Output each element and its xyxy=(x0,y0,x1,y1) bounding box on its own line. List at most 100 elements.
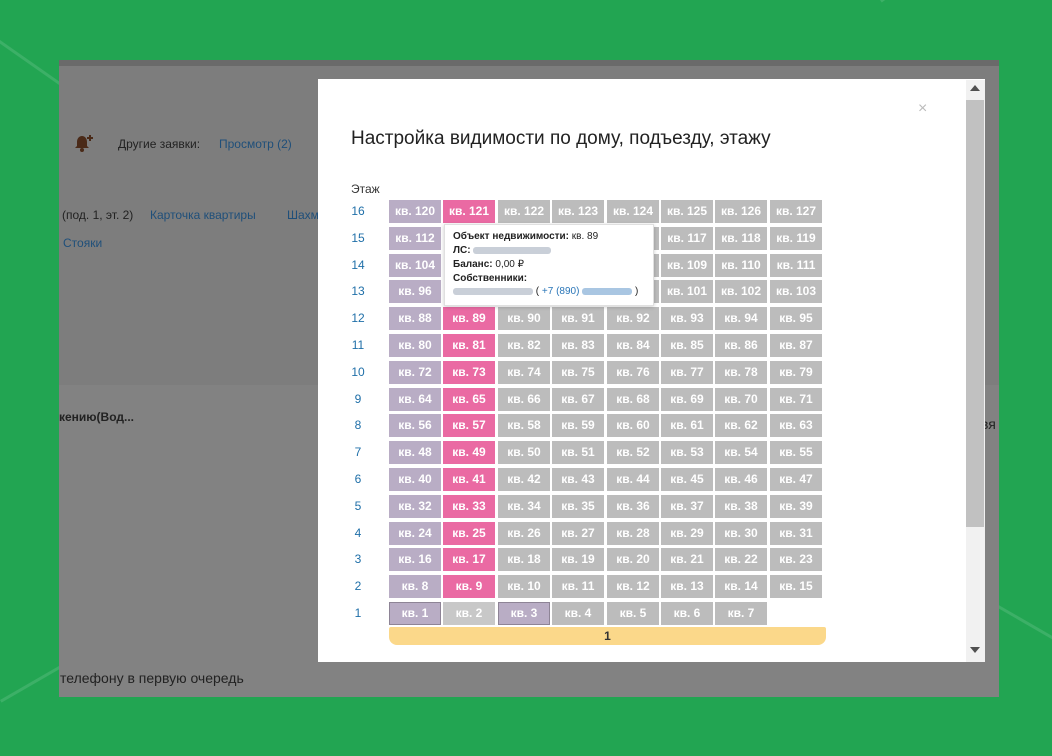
apartment-cell[interactable]: кв. 3 xyxy=(498,602,550,625)
owner-phone-link[interactable]: +7 (890) xyxy=(542,286,580,297)
floor-number[interactable]: 14 xyxy=(346,258,370,272)
apartment-cell[interactable]: кв. 83 xyxy=(552,334,604,357)
floor-number[interactable]: 8 xyxy=(346,418,370,432)
apartment-cell[interactable]: кв. 2 xyxy=(443,602,495,625)
apartment-cell[interactable]: кв. 23 xyxy=(770,548,822,571)
apartment-cell[interactable]: кв. 22 xyxy=(715,548,767,571)
apartment-cell[interactable]: кв. 26 xyxy=(498,522,550,545)
apartment-cell[interactable]: кв. 80 xyxy=(389,334,441,357)
bell-plus-icon[interactable] xyxy=(73,134,93,154)
apartment-cell[interactable]: кв. 74 xyxy=(498,361,550,384)
apartment-cell[interactable]: кв. 11 xyxy=(552,575,604,598)
apartment-cell[interactable]: кв. 89 xyxy=(443,307,495,330)
apartment-cell[interactable]: кв. 1 xyxy=(389,602,441,625)
apartment-cell[interactable]: кв. 27 xyxy=(552,522,604,545)
apartment-cell[interactable]: кв. 82 xyxy=(498,334,550,357)
floor-number[interactable]: 5 xyxy=(346,499,370,513)
apartment-cell[interactable]: кв. 24 xyxy=(389,522,441,545)
apartment-cell[interactable]: кв. 76 xyxy=(607,361,659,384)
apartment-cell[interactable]: кв. 51 xyxy=(552,441,604,464)
apartment-cell[interactable]: кв. 73 xyxy=(443,361,495,384)
floor-number[interactable]: 10 xyxy=(346,365,370,379)
apartment-cell[interactable]: кв. 28 xyxy=(607,522,659,545)
apartment-cell[interactable]: кв. 117 xyxy=(661,227,713,250)
apartment-cell[interactable]: кв. 31 xyxy=(770,522,822,545)
apartment-cell[interactable]: кв. 15 xyxy=(770,575,822,598)
apartment-cell[interactable]: кв. 29 xyxy=(661,522,713,545)
apartment-cell[interactable]: кв. 21 xyxy=(661,548,713,571)
floor-number[interactable]: 4 xyxy=(346,526,370,540)
floor-number[interactable]: 13 xyxy=(346,284,370,298)
apartment-cell[interactable]: кв. 79 xyxy=(770,361,822,384)
apartment-cell[interactable]: кв. 119 xyxy=(770,227,822,250)
floor-number[interactable]: 3 xyxy=(346,552,370,566)
apartment-cell[interactable]: кв. 96 xyxy=(389,280,441,303)
apartment-cell[interactable]: кв. 18 xyxy=(498,548,550,571)
apartment-cell[interactable]: кв. 36 xyxy=(607,495,659,518)
apartment-cell[interactable]: кв. 56 xyxy=(389,414,441,437)
apartment-cell[interactable]: кв. 63 xyxy=(770,414,822,437)
entrance-bar[interactable]: 1 xyxy=(389,627,826,645)
apartment-cell[interactable]: кв. 95 xyxy=(770,307,822,330)
apartment-cell[interactable]: кв. 46 xyxy=(715,468,767,491)
apartment-cell[interactable]: кв. 60 xyxy=(607,414,659,437)
floor-number[interactable]: 9 xyxy=(346,392,370,406)
apartment-cell[interactable]: кв. 68 xyxy=(607,388,659,411)
floor-number[interactable]: 15 xyxy=(346,231,370,245)
apartment-cell[interactable]: кв. 25 xyxy=(443,522,495,545)
apartment-cell[interactable]: кв. 85 xyxy=(661,334,713,357)
floor-number[interactable]: 16 xyxy=(346,204,370,218)
apartment-cell[interactable]: кв. 66 xyxy=(498,388,550,411)
apartment-cell[interactable]: кв. 124 xyxy=(607,200,659,223)
apartment-cell[interactable]: кв. 111 xyxy=(770,254,822,277)
apartment-cell[interactable]: кв. 50 xyxy=(498,441,550,464)
apartment-cell[interactable]: кв. 112 xyxy=(389,227,441,250)
apartment-cell[interactable]: кв. 7 xyxy=(715,602,767,625)
apartment-cell[interactable]: кв. 110 xyxy=(715,254,767,277)
apartment-cell[interactable]: кв. 121 xyxy=(443,200,495,223)
apartment-cell[interactable]: кв. 61 xyxy=(661,414,713,437)
apartment-cell[interactable]: кв. 41 xyxy=(443,468,495,491)
apartment-cell[interactable]: кв. 32 xyxy=(389,495,441,518)
apartment-cell[interactable]: кв. 94 xyxy=(715,307,767,330)
scroll-down-icon[interactable] xyxy=(970,647,980,653)
apartment-cell[interactable]: кв. 125 xyxy=(661,200,713,223)
apartment-cell[interactable]: кв. 48 xyxy=(389,441,441,464)
floor-number[interactable]: 11 xyxy=(346,338,370,352)
apartment-cell[interactable]: кв. 13 xyxy=(661,575,713,598)
apartment-cell[interactable]: кв. 39 xyxy=(770,495,822,518)
apartment-cell[interactable]: кв. 69 xyxy=(661,388,713,411)
apartment-cell[interactable]: кв. 102 xyxy=(715,280,767,303)
apartment-cell[interactable]: кв. 101 xyxy=(661,280,713,303)
apartment-cell[interactable]: кв. 72 xyxy=(389,361,441,384)
apartment-cell[interactable]: кв. 44 xyxy=(607,468,659,491)
apartment-cell[interactable]: кв. 58 xyxy=(498,414,550,437)
apartment-cell[interactable]: кв. 4 xyxy=(552,602,604,625)
apartment-cell[interactable]: кв. 123 xyxy=(552,200,604,223)
apartment-cell[interactable]: кв. 81 xyxy=(443,334,495,357)
apartment-cell[interactable]: кв. 10 xyxy=(498,575,550,598)
apartment-cell[interactable]: кв. 77 xyxy=(661,361,713,384)
chess-link[interactable]: Шахм xyxy=(287,208,319,222)
parking-link[interactable]: Стояки xyxy=(63,236,102,250)
apartment-cell[interactable]: кв. 104 xyxy=(389,254,441,277)
apartment-cell[interactable]: кв. 16 xyxy=(389,548,441,571)
view-requests-link[interactable]: Просмотр (2) xyxy=(219,137,292,151)
close-icon[interactable]: × xyxy=(918,101,927,117)
apartment-cell[interactable]: кв. 34 xyxy=(498,495,550,518)
apartment-cell[interactable]: кв. 71 xyxy=(770,388,822,411)
apartment-cell[interactable]: кв. 20 xyxy=(607,548,659,571)
apartment-cell[interactable]: кв. 67 xyxy=(552,388,604,411)
apartment-cell[interactable]: кв. 126 xyxy=(715,200,767,223)
apartment-cell[interactable]: кв. 57 xyxy=(443,414,495,437)
apartment-cell[interactable]: кв. 78 xyxy=(715,361,767,384)
apartment-cell[interactable]: кв. 90 xyxy=(498,307,550,330)
floor-number[interactable]: 7 xyxy=(346,445,370,459)
floor-number[interactable]: 6 xyxy=(346,472,370,486)
apartment-cell[interactable]: кв. 43 xyxy=(552,468,604,491)
apartment-cell[interactable]: кв. 118 xyxy=(715,227,767,250)
apartment-cell[interactable]: кв. 109 xyxy=(661,254,713,277)
apartment-cell[interactable]: кв. 93 xyxy=(661,307,713,330)
apartment-cell[interactable]: кв. 59 xyxy=(552,414,604,437)
apartment-cell[interactable]: кв. 42 xyxy=(498,468,550,491)
